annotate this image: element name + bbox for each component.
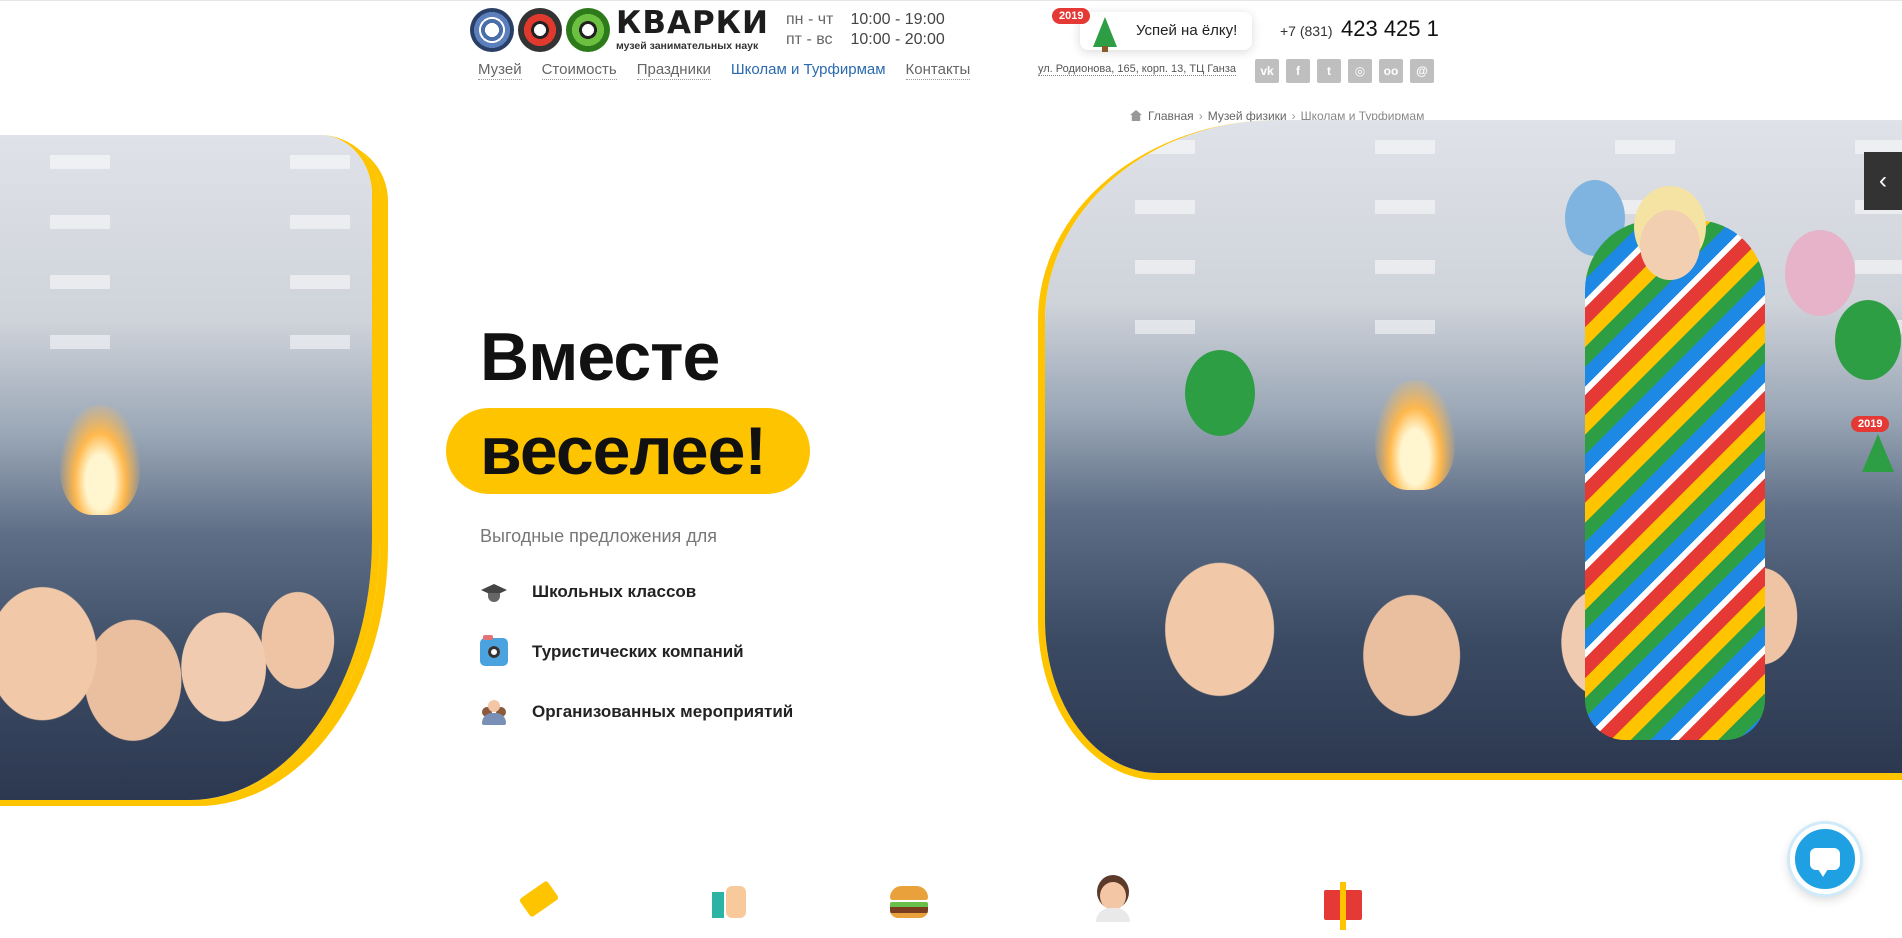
promo-year-badge: 2019: [1052, 8, 1091, 24]
facebook-icon[interactable]: f: [1286, 59, 1310, 83]
opening-hours: пн - чт 10:00 - 19:00 пт - вс 10:00 - 20…: [786, 10, 945, 50]
performer-head: [1640, 210, 1700, 280]
ceiling-lights: [0, 155, 372, 355]
twitter-icon[interactable]: t: [1317, 59, 1341, 83]
nav-item-holidays[interactable]: Праздники: [636, 61, 711, 80]
phone-number: 423 425 1: [1341, 16, 1439, 41]
main-nav: Музей Стоимость Праздники Школам и Турфи…: [478, 61, 971, 80]
features-row: [0, 878, 1902, 938]
vk-icon[interactable]: vk: [1255, 59, 1279, 83]
nav-item-contacts[interactable]: Контакты: [905, 61, 971, 80]
phone-prefix: +7 (831): [1280, 23, 1333, 39]
offer-item: Туристических компаний: [480, 635, 744, 666]
offer-label: Школьных классов: [532, 582, 697, 601]
side-panel-toggle[interactable]: ‹: [1864, 152, 1902, 210]
ceiling-lights: [1045, 140, 1902, 340]
balloon: [1835, 300, 1901, 380]
hours-time: 10:00 - 20:00: [850, 31, 945, 48]
camera-icon: [480, 635, 508, 666]
social-links: vk f t ◎ oo @: [1255, 59, 1434, 83]
nav-item-prices[interactable]: Стоимость: [541, 61, 617, 80]
gift-icon: [1320, 878, 1366, 924]
top-border: [0, 0, 1902, 1]
side-year-badge[interactable]: 2019: [1851, 416, 1890, 432]
balloon: [1185, 350, 1255, 436]
logo-title: КВАРКИ: [616, 5, 769, 42]
hero-photo-left: [0, 135, 380, 800]
fire-show: [60, 405, 140, 515]
christmas-tree-icon[interactable]: [1858, 434, 1898, 478]
burger-icon: [886, 878, 932, 924]
logo-tagline: музей занимательных наук: [616, 40, 759, 53]
email-icon[interactable]: @: [1410, 59, 1434, 83]
green-gear-icon: [566, 8, 610, 52]
promo-text: Успей на ёлку!: [1136, 22, 1238, 39]
graduation-cap-icon: [480, 578, 508, 606]
hours-row: пт - вс 10:00 - 20:00: [786, 30, 945, 50]
promo-new-year-button[interactable]: 2019 Успей на ёлку!: [1052, 8, 1252, 52]
thumbs-up-icon: [708, 878, 754, 924]
hours-days: пт - вс: [786, 31, 833, 48]
tag-icon: [516, 878, 562, 924]
balloon: [1785, 230, 1855, 316]
red-gear-icon: [518, 8, 562, 52]
girl-icon: [1090, 878, 1136, 924]
phone-link[interactable]: +7 (831) 423 425 1: [1280, 16, 1439, 42]
hours-days: пн - чт: [786, 11, 834, 28]
blue-gear-icon: [470, 8, 514, 52]
hero-title-line1: Вместе: [480, 319, 720, 395]
nav-item-museum[interactable]: Музей: [478, 61, 522, 80]
performer-dress: [1585, 220, 1765, 740]
hero-title-line2: веселее!: [480, 413, 767, 489]
hero-photo-right: [1038, 120, 1902, 780]
tripadvisor-icon[interactable]: oo: [1379, 59, 1403, 83]
hours-row: пн - чт 10:00 - 19:00: [786, 10, 945, 30]
chat-icon: [1810, 848, 1840, 877]
people-icon: [480, 698, 508, 726]
logo-text: КВАРКИ музей занимательных наук: [616, 8, 769, 52]
hours-time: 10:00 - 19:00: [850, 11, 945, 28]
nav-item-schools[interactable]: Школам и Турфирмам: [731, 61, 886, 80]
christmas-tree-icon: [1084, 14, 1124, 54]
offer-label: Туристических компаний: [532, 642, 744, 661]
offer-item: Школьных классов: [480, 578, 696, 606]
logo[interactable]: КВАРКИ музей занимательных наук: [470, 8, 769, 52]
instagram-icon[interactable]: ◎: [1348, 59, 1372, 83]
offer-item: Организованных мероприятий: [480, 698, 793, 726]
address-link[interactable]: ул. Родионова, 165, корп. 13, ТЦ Ганза: [1038, 63, 1236, 76]
hero-lead: Выгодные предложения для: [480, 526, 718, 546]
offer-label: Организованных мероприятий: [532, 702, 794, 721]
fire-show: [1375, 380, 1455, 490]
